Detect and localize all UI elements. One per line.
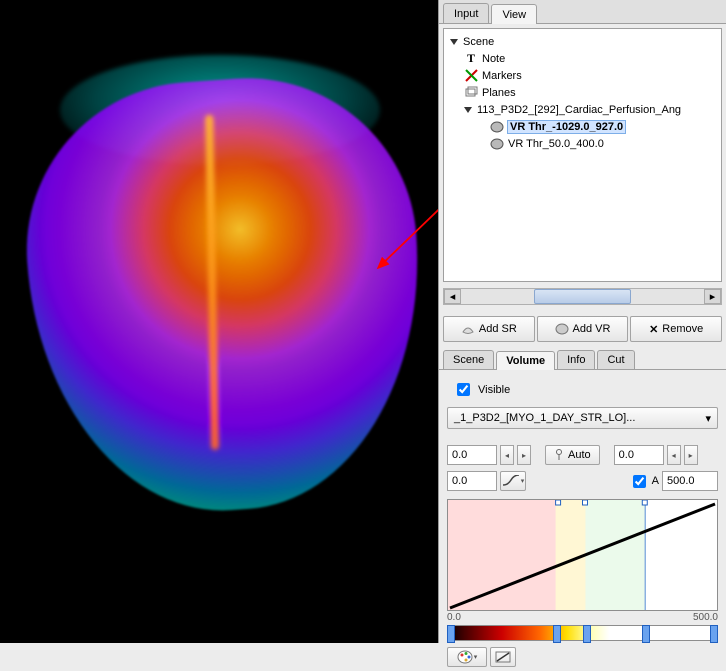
axis-max: 500.0 (693, 612, 718, 623)
a-checkbox[interactable] (633, 475, 646, 488)
scroll-track[interactable] (461, 289, 704, 304)
volume-icon (555, 322, 569, 336)
transfer-function-editor[interactable] (447, 499, 718, 611)
tree-label: Scene (463, 36, 494, 48)
visible-label: Visible (478, 384, 510, 396)
planes-icon (464, 86, 478, 100)
chevron-down-icon: ▾ (474, 653, 478, 661)
gradient-stop[interactable] (553, 625, 561, 643)
tab-input[interactable]: Input (443, 3, 489, 23)
gradient-stop[interactable] (447, 625, 455, 643)
tab-view[interactable]: View (491, 4, 537, 24)
step-right-icon[interactable]: ▸ (684, 445, 698, 465)
tree-label: Planes (482, 87, 516, 99)
tree-node-markers[interactable]: Markers (446, 67, 719, 84)
gradient-stop[interactable] (583, 625, 591, 643)
gradient-stop[interactable] (642, 625, 650, 643)
tree-label: Note (482, 53, 505, 65)
step-left-icon[interactable]: ◂ (667, 445, 681, 465)
range-max-input[interactable] (614, 445, 664, 465)
range-min-input[interactable] (447, 445, 497, 465)
add-vr-button[interactable]: Add VR (537, 316, 629, 342)
color-gradient[interactable] (447, 625, 718, 641)
a-value-input[interactable] (662, 471, 718, 491)
button-label: Auto (568, 449, 591, 461)
heart-render (15, 67, 434, 523)
a-label: A (652, 475, 659, 487)
chevron-down-icon: ▾ (705, 412, 711, 425)
volume-icon (490, 120, 504, 134)
scroll-left-icon[interactable]: ◂ (444, 289, 461, 304)
tree-hscrollbar[interactable]: ◂ ▸ (443, 288, 722, 305)
tab-scene[interactable]: Scene (443, 350, 494, 369)
step-right-icon[interactable]: ▸ (517, 445, 531, 465)
tree-label: VR Thr_50.0_400.0 (508, 138, 604, 150)
button-label: Add SR (479, 323, 517, 335)
scroll-right-icon[interactable]: ▸ (704, 289, 721, 304)
right-panel: Input View Scene T Note Markers Planes 1… (438, 0, 726, 643)
reset-tf-button[interactable] (490, 647, 516, 667)
scroll-thumb[interactable] (534, 289, 631, 304)
tree-label: VR Thr_-1029.0_927.0 (508, 121, 625, 133)
scene-tree[interactable]: Scene T Note Markers Planes 113_P3D2_[29… (443, 28, 722, 282)
palette-icon (457, 650, 473, 664)
gradient-stop[interactable] (710, 625, 718, 643)
markers-icon (464, 69, 478, 83)
tree-node-series[interactable]: 113_P3D2_[292]_Cardiac_Perfusion_Ang (446, 101, 719, 118)
tree-label: Markers (482, 70, 522, 82)
tab-info[interactable]: Info (557, 350, 595, 369)
collapse-icon[interactable] (464, 105, 473, 114)
chevron-down-icon: ▾ (521, 477, 525, 485)
button-label: Add VR (573, 323, 611, 335)
tree-node-scene[interactable]: Scene (446, 33, 719, 50)
pin-icon (554, 449, 564, 461)
dropdown-value: _1_P3D2_[MYO_1_DAY_STR_LO]... (454, 412, 635, 424)
button-label: Remove (662, 323, 703, 335)
visible-checkbox[interactable] (457, 383, 470, 396)
tab-volume[interactable]: Volume (496, 351, 555, 370)
tree-label: 113_P3D2_[292]_Cardiac_Perfusion_Ang (477, 104, 681, 116)
tree-node-planes[interactable]: Planes (446, 84, 719, 101)
tree-node-vr1[interactable]: VR Thr_-1029.0_927.0 (446, 118, 719, 135)
text-icon: T (464, 52, 478, 66)
curve-icon (502, 475, 520, 487)
detail-tabs: Scene Volume Info Cut (439, 346, 726, 370)
tab-cut[interactable]: Cut (597, 350, 634, 369)
remove-button[interactable]: ✕ Remove (630, 316, 722, 342)
auto-button[interactable]: Auto (545, 445, 600, 465)
volume-icon (490, 137, 504, 151)
volume-panel: Visible _1_P3D2_[MYO_1_DAY_STR_LO]... ▾ … (439, 370, 726, 671)
curve-button[interactable]: ▾ (500, 471, 526, 491)
tree-node-vr2[interactable]: VR Thr_50.0_400.0 (446, 135, 719, 152)
axis-min: 0.0 (447, 612, 461, 623)
surface-icon (461, 322, 475, 336)
tree-node-note[interactable]: T Note (446, 50, 719, 67)
close-icon: ✕ (649, 323, 658, 336)
ramp-icon (495, 651, 511, 663)
top-tabs: Input View (439, 0, 726, 24)
viewport-3d[interactable] (0, 0, 438, 643)
palette-button[interactable]: ▾ (447, 647, 487, 667)
add-sr-button[interactable]: Add SR (443, 316, 535, 342)
toolbar: Add SR Add VR ✕ Remove (443, 316, 722, 342)
step-left-icon[interactable]: ◂ (500, 445, 514, 465)
volume-select[interactable]: _1_P3D2_[MYO_1_DAY_STR_LO]... ▾ (447, 407, 718, 429)
zero-input[interactable] (447, 471, 497, 491)
collapse-icon[interactable] (450, 37, 459, 46)
